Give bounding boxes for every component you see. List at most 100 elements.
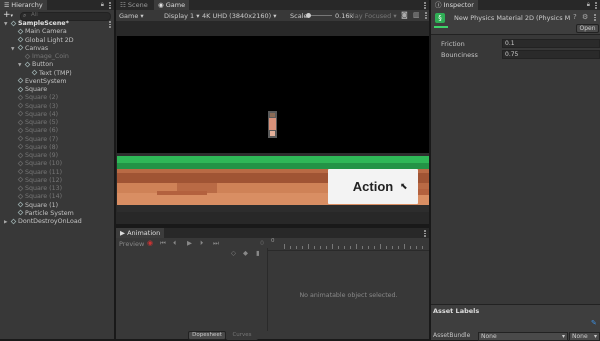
hierarchy-item[interactable]: ▼ SampleScene*	[0, 20, 114, 28]
gameobject-icon	[17, 176, 24, 183]
physics-material-icon: §	[435, 13, 445, 23]
hierarchy-item-label: Square (10)	[25, 160, 63, 168]
hierarchy-item[interactable]: EventSystem	[0, 78, 114, 86]
lock-icon[interactable]: 🔒︎	[587, 1, 590, 9]
asset-bundle-dropdown[interactable]: None ▾	[478, 332, 568, 341]
gameobject-icon	[17, 36, 24, 43]
ruler-tick	[386, 246, 387, 249]
hierarchy-item[interactable]: Square (12)	[0, 177, 114, 185]
hierarchy-item[interactable]: Square (4)	[0, 111, 114, 119]
hierarchy-item[interactable]: Text (TMP)	[0, 70, 114, 78]
record-button[interactable]: ◉	[147, 239, 153, 247]
hierarchy-item[interactable]: Square (14)	[0, 193, 114, 201]
bounciness-field[interactable]: 0.75	[502, 50, 600, 59]
header-more-icon[interactable]	[594, 14, 596, 22]
hierarchy-item[interactable]: Square (1)	[0, 202, 114, 210]
label-tag-icon[interactable]: ✎	[591, 319, 597, 327]
gameobject-icon	[17, 44, 24, 51]
hierarchy-item-label: Square (2)	[25, 94, 59, 102]
last-key-button[interactable]: ⏭	[213, 239, 219, 248]
tab-hierarchy[interactable]: ☰ Hierarchy	[0, 0, 47, 10]
game-toolbar: Game ▾ Display 1 ▾ 4K UHD (3840x2160) ▾ …	[116, 10, 429, 21]
game-more-icon[interactable]	[425, 12, 427, 20]
hierarchy-item-label: Square (9)	[25, 152, 59, 159]
hierarchy-item[interactable]: Square (8)	[0, 144, 114, 152]
stats-icon[interactable]: ▥	[413, 11, 420, 19]
hierarchy-item[interactable]: Square	[0, 86, 114, 94]
lock-icon[interactable]: 🔒︎	[101, 1, 104, 9]
hierarchy-item[interactable]: Square (7)	[0, 136, 114, 144]
ruler-tick	[368, 246, 369, 249]
frame-field[interactable]: 0	[228, 239, 266, 247]
ruler-tick	[302, 246, 303, 249]
tab-game[interactable]: ◉ Game	[154, 0, 190, 10]
gameobject-icon	[17, 201, 24, 208]
mute-icon[interactable]: ◙	[401, 11, 408, 19]
add-keyframe-icon[interactable]: ◇	[231, 249, 236, 257]
gameobject-icon	[17, 135, 24, 142]
hierarchy-tree: ▼ SampleScene* Main Camera Global Light 2D ▼…	[0, 20, 114, 230]
tab-animation[interactable]: ▶ Animation	[116, 228, 165, 238]
hierarchy-item[interactable]: Main Camera	[0, 28, 114, 36]
ruler-tick	[422, 246, 423, 249]
preview-toggle[interactable]: Preview	[119, 240, 144, 248]
hierarchy-item[interactable]: ▶ DontDestroyOnLoad	[0, 218, 114, 226]
scale-slider-handle[interactable]	[306, 12, 311, 18]
inspector-tabbar: ⓘ Inspector 🔒︎	[431, 0, 600, 10]
asset-variant-dropdown[interactable]: None ▾	[569, 332, 600, 341]
scale-slider[interactable]	[306, 12, 332, 18]
more-options-icon[interactable]	[424, 230, 426, 238]
play-mode-dropdown[interactable]: Play Focused ▾	[349, 12, 397, 20]
settings-icon[interactable]: ⚙︎	[582, 13, 588, 21]
ruler-tick	[350, 246, 351, 249]
tab-inspector[interactable]: ⓘ Inspector	[431, 0, 478, 10]
hierarchy-item[interactable]: Global Light 2D	[0, 37, 114, 45]
hierarchy-item-label: SampleScene*	[18, 20, 69, 27]
more-options-icon[interactable]	[595, 2, 597, 10]
game-mode-dropdown[interactable]: Game ▾	[119, 12, 144, 20]
hierarchy-item[interactable]: Square (6)	[0, 127, 114, 135]
hierarchy-item[interactable]: ▼ Canvas	[0, 45, 114, 53]
resolution-dropdown[interactable]: 4K UHD (3840x2160) ▾	[202, 12, 277, 20]
hierarchy-item[interactable]: Square (11)	[0, 169, 114, 177]
friction-field[interactable]: 0.1	[502, 39, 600, 48]
help-icon[interactable]: ?	[573, 13, 577, 21]
more-options-icon[interactable]	[109, 2, 111, 10]
scene-icon: ☷	[120, 1, 128, 9]
add-event-icon[interactable]: ◆	[243, 249, 248, 257]
tab-scene[interactable]: ☷ Scene	[116, 0, 152, 10]
hierarchy-item[interactable]: Particle System	[0, 210, 114, 218]
hierarchy-item[interactable]: Square (13)	[0, 185, 114, 193]
hierarchy-item-label: Particle System	[25, 209, 74, 217]
gameobject-icon	[17, 143, 24, 150]
mouse-cursor-icon: ⬉	[400, 182, 408, 192]
ruler-tick	[362, 246, 363, 249]
ruler-tick	[374, 246, 375, 249]
more-options-icon[interactable]	[424, 2, 426, 10]
ruler-tick	[296, 246, 297, 249]
foldout-arrow-icon[interactable]: ▶	[4, 219, 11, 227]
hierarchy-item[interactable]: Square (3)	[0, 103, 114, 111]
filter-icon[interactable]: ▮	[256, 249, 260, 257]
game-viewport[interactable]: Action ⬉	[117, 36, 429, 212]
hierarchy-item[interactable]: Square (10)	[0, 160, 114, 168]
timeline-ruler[interactable]: 0	[268, 238, 429, 251]
hierarchy-item[interactable]: Image_Coin	[0, 53, 114, 61]
hierarchy-item[interactable]: ▼ Button	[0, 61, 114, 69]
first-key-button[interactable]: ⏮	[160, 239, 166, 248]
animation-panel: ▶ Animation Preview ◉ ⏮ ⏴ ▶ ⏵ ⏭ 0 ◇ ◆ ▮ …	[116, 228, 429, 340]
hierarchy-item[interactable]: Square (2)	[0, 94, 114, 102]
action-button[interactable]: Action ⬉	[328, 169, 418, 204]
hierarchy-item-label: Square (13)	[25, 185, 63, 192]
prev-key-button[interactable]: ⏴	[173, 239, 176, 248]
hierarchy-item-label: Main Camera	[25, 28, 67, 36]
ruler-tick	[332, 244, 333, 249]
next-key-button[interactable]: ⏵	[200, 239, 203, 248]
hierarchy-item[interactable]: Square (5)	[0, 119, 114, 127]
gameobject-icon	[17, 168, 24, 175]
inspector-panel: ⓘ Inspector 🔒︎ § New Physics Material 2D…	[431, 0, 600, 341]
display-dropdown[interactable]: Display 1 ▾	[164, 12, 200, 20]
open-button[interactable]: Open	[576, 24, 599, 33]
hierarchy-item[interactable]: Square (9)	[0, 152, 114, 160]
play-button[interactable]: ▶	[187, 239, 192, 247]
